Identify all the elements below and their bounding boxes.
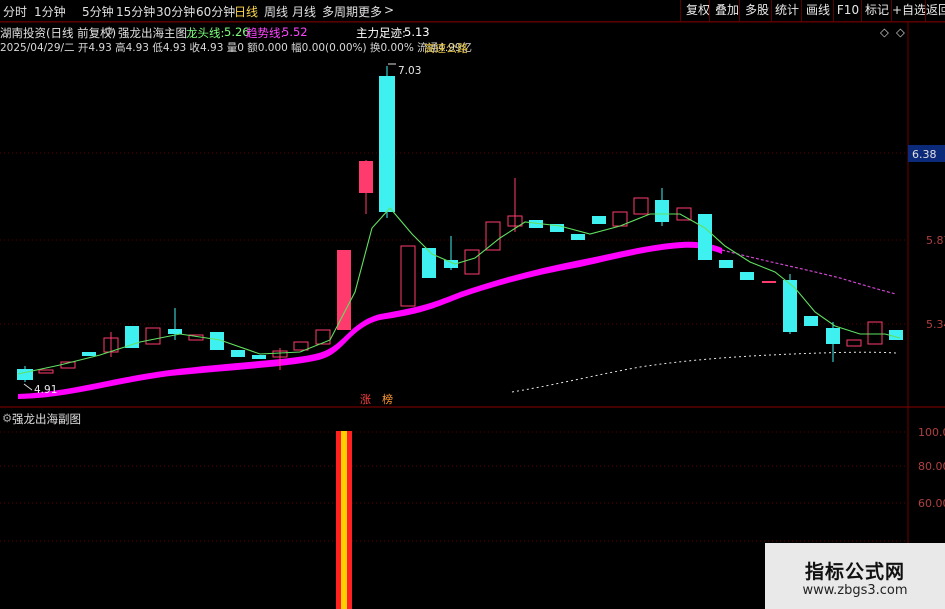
candle [422, 248, 436, 278]
candle [826, 328, 840, 344]
candle [337, 250, 351, 330]
tab-timeframe-monthly[interactable]: 月线 [292, 3, 316, 20]
tab-timeframe-1m[interactable]: 1分钟 [34, 3, 66, 20]
tab-timeframe-60m[interactable]: 60分钟 [196, 3, 235, 20]
dragon-line [17, 207, 901, 375]
signal-bar-core [341, 431, 347, 609]
candle [889, 330, 903, 340]
candle [740, 272, 754, 280]
limit-up-marker: 涨 [360, 393, 371, 406]
watermark-title: 指标公式网 [804, 561, 905, 583]
tab-timeframe-multi[interactable]: 多周期 [322, 3, 358, 20]
top-toolbar: 分时 1分钟 5分钟 15分钟 30分钟 60分钟 日线 周线 月线 多周期 更… [0, 0, 945, 22]
sub-axis-label: 60.00 [918, 497, 945, 510]
candle [804, 316, 818, 326]
candle [400, 245, 416, 307]
candle [485, 221, 501, 251]
candle [168, 329, 182, 334]
tab-timeframe-5m[interactable]: 5分钟 [82, 3, 114, 20]
tab-timeframe-intraday[interactable]: 分时 [3, 3, 27, 20]
rank-marker: 榜 [382, 392, 393, 406]
multi-stock-button[interactable]: 多股 [739, 0, 774, 21]
site-watermark: 指标公式网 www.zbgs3.com [765, 543, 945, 609]
add-watchlist-button[interactable]: +自选 [891, 0, 926, 21]
price-axis-label: 5.87 [926, 234, 945, 247]
kline-chart[interactable]: 6.38 5.87 5.34 100.0 80.00 60.00 [0, 22, 945, 609]
candle [17, 369, 33, 380]
draw-line-button[interactable]: 画线 [801, 0, 834, 21]
candle [698, 214, 712, 260]
candle [379, 76, 395, 212]
tab-timeframe-30m[interactable]: 30分钟 [156, 3, 195, 20]
candle [315, 329, 331, 345]
candle [293, 341, 309, 351]
candle [633, 197, 649, 215]
tab-timeframe-more[interactable]: 更多 [358, 3, 382, 20]
tab-timeframe-15m[interactable]: 15分钟 [116, 3, 155, 20]
price-axis-label: 6.38 [912, 148, 937, 161]
candle [145, 327, 161, 345]
candle [762, 281, 776, 283]
back-button[interactable]: 返回 [925, 0, 945, 21]
f10-button[interactable]: F10 [833, 0, 862, 21]
low-marker [23, 383, 33, 391]
sub-axis-label: 100.0 [918, 426, 945, 439]
candle [846, 339, 862, 347]
main-force-line [511, 351, 897, 393]
chevron-right-icon[interactable]: > [384, 3, 394, 17]
candle [231, 350, 245, 357]
candle [592, 216, 606, 224]
candle [719, 260, 733, 268]
candle [82, 352, 96, 356]
watermark-url: www.zbgs3.com [802, 583, 908, 598]
candle [571, 234, 585, 240]
sub-axis-label: 80.00 [918, 460, 945, 473]
mark-button[interactable]: 标记 [861, 0, 892, 21]
low-price-label: 4.91 [34, 384, 57, 396]
candle [655, 200, 669, 222]
candle [252, 355, 266, 359]
candles-group [17, 66, 903, 382]
candle [867, 321, 883, 345]
tab-timeframe-daily[interactable]: 日线 [234, 3, 258, 20]
statistics-button[interactable]: 统计 [771, 0, 802, 21]
high-price-label: 7.03 [398, 65, 421, 77]
candle [359, 161, 373, 193]
price-axis-label: 5.34 [926, 318, 945, 331]
tab-timeframe-weekly[interactable]: 周线 [264, 3, 288, 20]
trend-ribbon [18, 241, 722, 399]
candle [464, 249, 480, 275]
candle [38, 369, 54, 374]
